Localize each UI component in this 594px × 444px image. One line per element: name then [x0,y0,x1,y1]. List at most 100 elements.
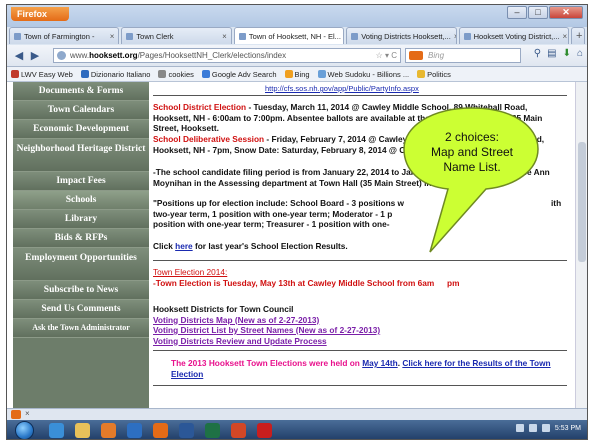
districts-heading: Hooksett Districts for Town Council [153,304,294,314]
word-icon[interactable] [179,423,194,438]
bookmark-lwv[interactable]: LWV Easy Web [11,70,73,79]
sidebar-item-schools[interactable]: Schools [13,191,149,210]
tab-label: Voting Districts Hooksett,... [361,31,451,41]
page-scrollbar[interactable] [575,82,587,408]
last-year-results-link[interactable]: here [175,241,193,251]
favicon-icon [14,32,21,40]
tab-farmington[interactable]: Town of Farmington - × [9,27,120,44]
back-arrow-icon[interactable]: ◀ [12,49,26,63]
sidebar-item-ask-administrator[interactable]: Ask the Town Administrator [13,319,149,338]
url-host: hooksett.org [89,51,138,60]
menu-icon[interactable]: ▤ [547,48,556,59]
bookmark-google-adv[interactable]: Google Adv Search [201,69,277,79]
may-14th-link[interactable]: May 14th [362,358,398,368]
sidebar-item-subscribe-news[interactable]: Subscribe to News [13,281,149,300]
positions-line-1: "Positions up for election include: Scho… [153,198,405,208]
bookmark-label: LWV Easy Web [21,69,73,79]
tab-close-icon[interactable]: × [222,32,227,41]
sidebar-item-economic-development[interactable]: Economic Development [13,120,149,139]
new-tab-button[interactable]: + [571,27,586,44]
town-2013-text: The 2013 Hooksett Town Elections were he… [171,358,363,368]
address-bar[interactable]: www.hooksett.org/Pages/HooksettNH_Clerk/… [53,48,401,63]
voting-district-street-list-link[interactable]: Voting District List by Street Names (Ne… [153,325,380,335]
voting-districts-review-link[interactable]: Voting Districts Review and Update Proce… [153,336,327,346]
voting-districts-map-link[interactable]: Voting Districts Map (New as of 2-27-201… [153,315,319,325]
bookmark-label: Google Adv Search [211,69,277,79]
tab-label: Hooksett Voting District,... [473,31,560,41]
addon-bar-close-icon[interactable]: × [25,409,30,418]
firefox-menu-button[interactable]: Firefox [11,7,69,21]
firefox-icon[interactable] [153,423,168,438]
tab-label: Town Clerk [136,31,174,41]
sidebar-item-library[interactable]: Library [13,210,149,229]
divider [153,95,567,96]
bookmark-label: Bing [294,69,310,79]
scrollbar-thumb[interactable] [578,142,586,262]
school-election-label: School District Election [153,102,247,112]
maximize-icon[interactable]: □ [528,6,548,19]
bookmark-web-sudoku[interactable]: Web Sudoku - Billions ... [317,70,409,79]
acrobat-icon[interactable] [257,423,272,438]
sidebar-item-town-calendars[interactable]: Town Calendars [13,101,149,120]
bookmark-politics[interactable]: Politics [417,70,451,79]
minimize-icon[interactable]: – [507,6,527,19]
tab-close-icon[interactable]: × [110,32,115,41]
bookmark-bing[interactable]: Bing [284,69,310,79]
callout-line-1: 2 choices: [444,130,500,144]
tab-hooksett-voting-district[interactable]: Hooksett Voting District,... × [458,27,570,44]
powerpoint-icon[interactable] [231,423,246,438]
start-button-icon[interactable] [15,421,34,439]
town-election-text: -Town Election is Tuesday, May 13th at C… [153,277,435,288]
search-bar[interactable]: Bing [405,48,521,63]
search-icon[interactable]: ⚲ [534,48,541,59]
positions-paragraph: "Positions up for election include: Scho… [153,198,567,230]
network-icon[interactable] [528,424,537,432]
tab-voting-districts[interactable]: Voting Districts Hooksett,...× [346,27,457,44]
bookmark-icon [158,70,167,78]
file-explorer-icon[interactable] [75,423,90,438]
sidebar-item-employment[interactable]: Employment Opportunities [13,248,149,281]
town-election-title: Town Election 2014: [153,267,228,277]
sidebar-item-impact-fees[interactable]: Impact Fees [13,172,149,191]
bookmark-star-icon[interactable]: ☆ ▾ C [376,49,397,62]
addon-icon[interactable] [11,410,21,419]
clock[interactable]: 5:53 PM [555,425,581,432]
town-election-section: Town Election 2014: -Town Election is Tu… [153,267,567,288]
navigation-bar: ◀ ▶ www.hooksett.org/Pages/HooksettNH_Cl… [7,45,587,67]
bookmark-cookies[interactable]: cookies [158,69,194,79]
outlook-icon[interactable] [127,423,142,438]
bookmarks-toolbar: LWV Easy Web Dizionario Italiano cookies… [7,67,587,82]
volume-icon[interactable] [541,424,550,432]
sidebar-item-send-comments[interactable]: Send Us Comments [13,300,149,319]
bookmark-label: cookies [168,69,194,79]
party-info-link[interactable]: http://cfs.sos.nh.gov/app/Public/PartyIn… [265,84,419,95]
favicon-icon [463,32,471,40]
tab-town-clerk[interactable]: Town Clerk × [121,27,232,44]
results-prefix: Click [153,241,176,251]
bookmark-dizionario[interactable]: Dizionario Italiano [80,70,150,79]
status-bar: × [7,408,587,420]
sidebar-item-bids-rfps[interactable]: Bids & RFPs [13,229,149,248]
site-identity-icon[interactable] [57,51,66,60]
results-paragraph: Click here for last year's School Electi… [153,241,567,252]
divider [153,260,567,261]
forward-arrow-icon[interactable]: ▶ [28,49,42,63]
close-icon[interactable]: ✕ [549,6,583,19]
tab-close-icon[interactable]: × [563,32,568,41]
title-bar: Firefox – □ ✕ [7,5,587,27]
media-player-icon[interactable] [101,423,116,438]
tray-arrow-icon[interactable] [515,424,524,432]
window-controls: – □ ✕ [507,6,583,19]
search-engine-icon[interactable] [409,51,423,60]
internet-explorer-icon[interactable] [49,423,64,438]
download-icon[interactable]: ⬇ [563,48,571,59]
excel-icon[interactable] [205,423,220,438]
results-suffix: for last year's School Election Results. [192,241,348,251]
positions-line-2: two-year term, 1 position with one-year … [153,208,393,219]
tab-close-icon[interactable]: × [454,32,456,41]
home-icon[interactable]: ⌂ [577,48,583,59]
tab-hooksett-elections[interactable]: Town of Hooksett, NH - El...× [233,27,345,44]
callout-line-3: Name List. [443,160,501,174]
sidebar-item-neighborhood-heritage[interactable]: Neighborhood Heritage District [13,139,149,172]
sidebar-item-documents-forms[interactable]: Documents & Forms [13,82,149,101]
